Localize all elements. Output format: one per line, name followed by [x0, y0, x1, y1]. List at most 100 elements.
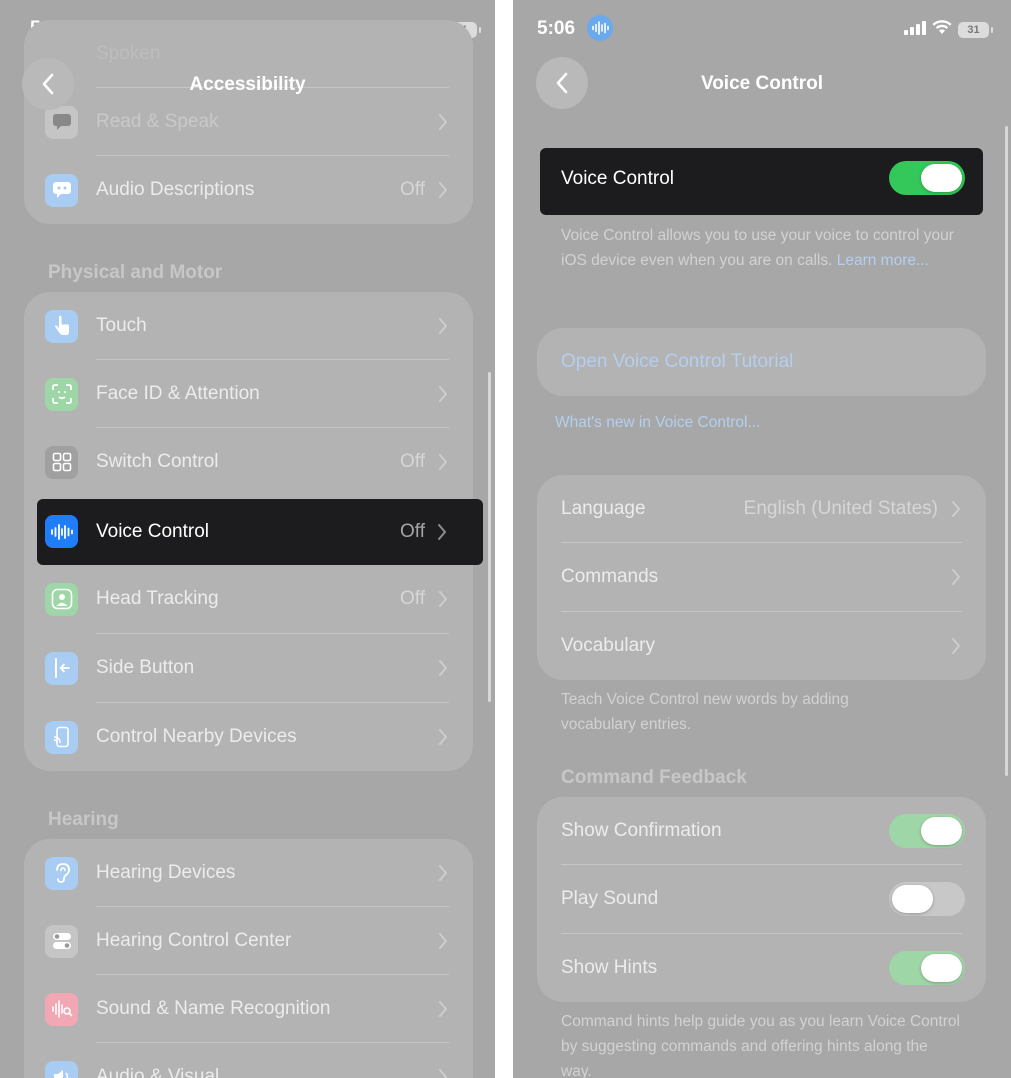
chevron-right-icon — [952, 638, 960, 654]
scrollbar[interactable] — [1005, 126, 1008, 776]
vocabulary-footer: Teach Voice Control new words by adding … — [561, 691, 849, 733]
chevron-right-icon — [439, 1069, 447, 1078]
list-item-value: English (United States) — [743, 498, 938, 519]
tutorial-group: Open Voice Control Tutorial — [537, 328, 986, 396]
chevron-right-icon — [952, 501, 960, 517]
list-item-vocabulary[interactable]: Vocabulary — [537, 612, 986, 680]
list-item-control-nearby-devices[interactable]: Control Nearby Devices — [24, 703, 473, 771]
open-tutorial-button[interactable]: Open Voice Control Tutorial — [561, 351, 793, 373]
show-confirmation-switch[interactable] — [889, 814, 965, 848]
waveform-icon — [45, 515, 78, 548]
list-item-label: Head Tracking — [96, 588, 219, 609]
show-hints-switch[interactable] — [889, 951, 965, 985]
voice-control-description: Voice Control allows you to use your voi… — [561, 223, 961, 273]
list-item-commands[interactable]: Commands — [537, 543, 986, 611]
list-item-value: Off — [400, 451, 425, 472]
list-item-label: Audio Descriptions — [96, 179, 255, 200]
wifi-icon — [932, 20, 952, 40]
hints-footer: Command hints help guide you as you lear… — [561, 1013, 960, 1078]
list-item-head-tracking[interactable]: Head Tracking Off — [24, 565, 473, 633]
list-item-label: Face ID & Attention — [96, 383, 260, 404]
chevron-right-icon — [952, 569, 960, 585]
list-item-label: Hearing Devices — [96, 862, 236, 883]
phone-devices-icon — [45, 720, 78, 754]
list-item-show-hints[interactable]: Show Hints — [537, 934, 986, 1002]
person-frame-icon — [45, 582, 78, 616]
status-bar: 5:06 31 — [513, 0, 1011, 58]
section-header-physical-motor: Physical and Motor — [48, 262, 223, 283]
status-time: 5:06 — [537, 18, 576, 39]
battery-indicator: 31 — [958, 22, 993, 38]
switch-knob — [921, 164, 962, 192]
list-item-voice-control[interactable]: Voice Control Off — [37, 499, 483, 565]
face-id-icon — [45, 377, 78, 411]
list-item-read-speak[interactable]: Read & Speak — [24, 88, 473, 156]
list-item-label: Side Button — [96, 657, 195, 678]
status-icons: 31 — [904, 20, 993, 40]
list-item-audio-visual[interactable]: Audio & Visual — [24, 1043, 473, 1078]
chevron-right-icon — [439, 114, 447, 130]
list-item-label: Show Hints — [561, 957, 658, 978]
speech-bubble-icon — [45, 105, 78, 139]
switch-knob — [921, 817, 962, 845]
page-title: Accessibility — [189, 74, 306, 95]
side-button-icon — [45, 651, 78, 685]
chevron-right-icon — [439, 386, 447, 402]
voice-control-screen: 5:06 31 Voice Control Voice Control Voic… — [513, 0, 1011, 1078]
hand-pointer-icon — [45, 309, 78, 343]
list-item-label: Play Sound — [561, 888, 659, 909]
chevron-right-icon — [439, 865, 447, 881]
toggles-icon — [45, 924, 78, 958]
voice-control-label: Voice Control — [561, 168, 675, 189]
chevron-right-icon — [439, 318, 447, 334]
whats-new-link[interactable]: What's new in Voice Control... — [555, 414, 760, 432]
list-item-sound-name-recognition[interactable]: Sound & Name Recognition — [24, 975, 473, 1043]
list-item-audio-descriptions[interactable]: Audio Descriptions Off — [24, 156, 473, 224]
play-sound-switch[interactable] — [889, 882, 965, 916]
chevron-right-icon — [439, 591, 447, 607]
list-item-label: Spoken — [96, 43, 161, 64]
list-item-label: Switch Control — [96, 451, 219, 472]
speaker-icon — [45, 1060, 78, 1078]
scrollbar[interactable] — [488, 372, 491, 702]
list-item-value: Off — [400, 521, 425, 542]
list-item-value: Off — [400, 588, 425, 609]
list-item-label: Vocabulary — [561, 635, 656, 656]
page-title: Voice Control — [700, 73, 824, 94]
list-item-play-sound[interactable]: Play Sound — [537, 865, 986, 933]
list-item-hearing-devices[interactable]: Hearing Devices — [24, 839, 473, 907]
chevron-right-icon — [439, 729, 447, 745]
vision-group: Spoken Read & Speak Audio Descriptions O… — [24, 20, 473, 224]
chevron-right-icon — [439, 933, 447, 949]
chevron-right-icon — [439, 454, 447, 470]
list-item-label: Hearing Control Center — [96, 930, 292, 951]
hearing-group: Hearing Devices Hearing Control Center S… — [24, 839, 473, 1078]
list-item-side-button[interactable]: Side Button — [24, 634, 473, 702]
list-item-switch-control[interactable]: Switch Control Off — [24, 428, 473, 496]
grid-squares-icon — [45, 445, 78, 479]
switch-knob — [921, 954, 962, 982]
list-item-face-id[interactable]: Face ID & Attention — [24, 360, 473, 428]
list-item-label: Audio & Visual — [96, 1066, 220, 1078]
list-item-show-confirmation[interactable]: Show Confirmation — [537, 797, 986, 865]
section-header-hearing: Hearing — [48, 809, 119, 830]
ear-icon — [45, 856, 78, 890]
learn-more-link[interactable]: Learn more... — [837, 252, 929, 269]
list-item-label: Show Confirmation — [561, 820, 722, 841]
switch-knob — [892, 885, 933, 913]
chevron-right-icon — [439, 1001, 447, 1017]
list-item-label: Voice Control — [96, 521, 210, 542]
quote-bubble-icon — [45, 173, 78, 207]
list-item-label: Language — [561, 498, 646, 519]
list-item-label: Touch — [96, 315, 147, 336]
command-feedback-group: Show Confirmation Play Sound Show Hints — [537, 797, 986, 1002]
list-item-hearing-control-center[interactable]: Hearing Control Center — [24, 907, 473, 975]
settings-group: Language English (United States) Command… — [537, 475, 986, 680]
list-item-label: Sound & Name Recognition — [96, 998, 331, 1019]
section-header-command-feedback: Command Feedback — [561, 767, 747, 788]
list-item-touch[interactable]: Touch — [24, 292, 473, 360]
accessibility-screen: 5:05 31 Spoken Read & Speak — [0, 0, 495, 1078]
voice-control-toggle-row[interactable]: Voice Control — [540, 148, 983, 215]
voice-control-switch[interactable] — [889, 161, 965, 195]
list-item-language[interactable]: Language English (United States) — [537, 475, 986, 543]
